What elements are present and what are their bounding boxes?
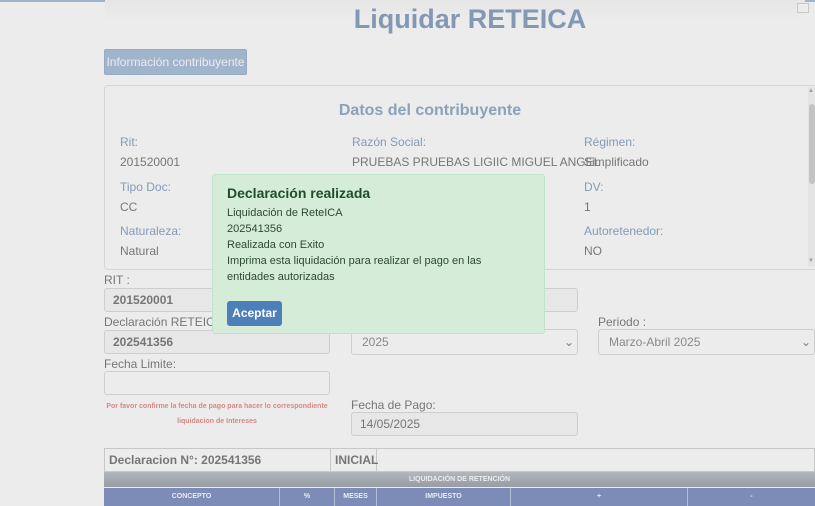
accept-button[interactable]: Aceptar (227, 301, 282, 326)
dialog-line-status: Realizada con Exito (227, 239, 325, 251)
dialog-line-number: 202541356 (227, 223, 283, 235)
dialog-title: Declaración realizada (227, 185, 371, 201)
success-dialog: Declaración realizada Liquidación de Ret… (212, 174, 545, 334)
dialog-line-liquidacion: Liquidación de ReteICA (227, 207, 343, 219)
dialog-line-instructions: Imprima esta liquidación para realizar e… (227, 255, 482, 283)
